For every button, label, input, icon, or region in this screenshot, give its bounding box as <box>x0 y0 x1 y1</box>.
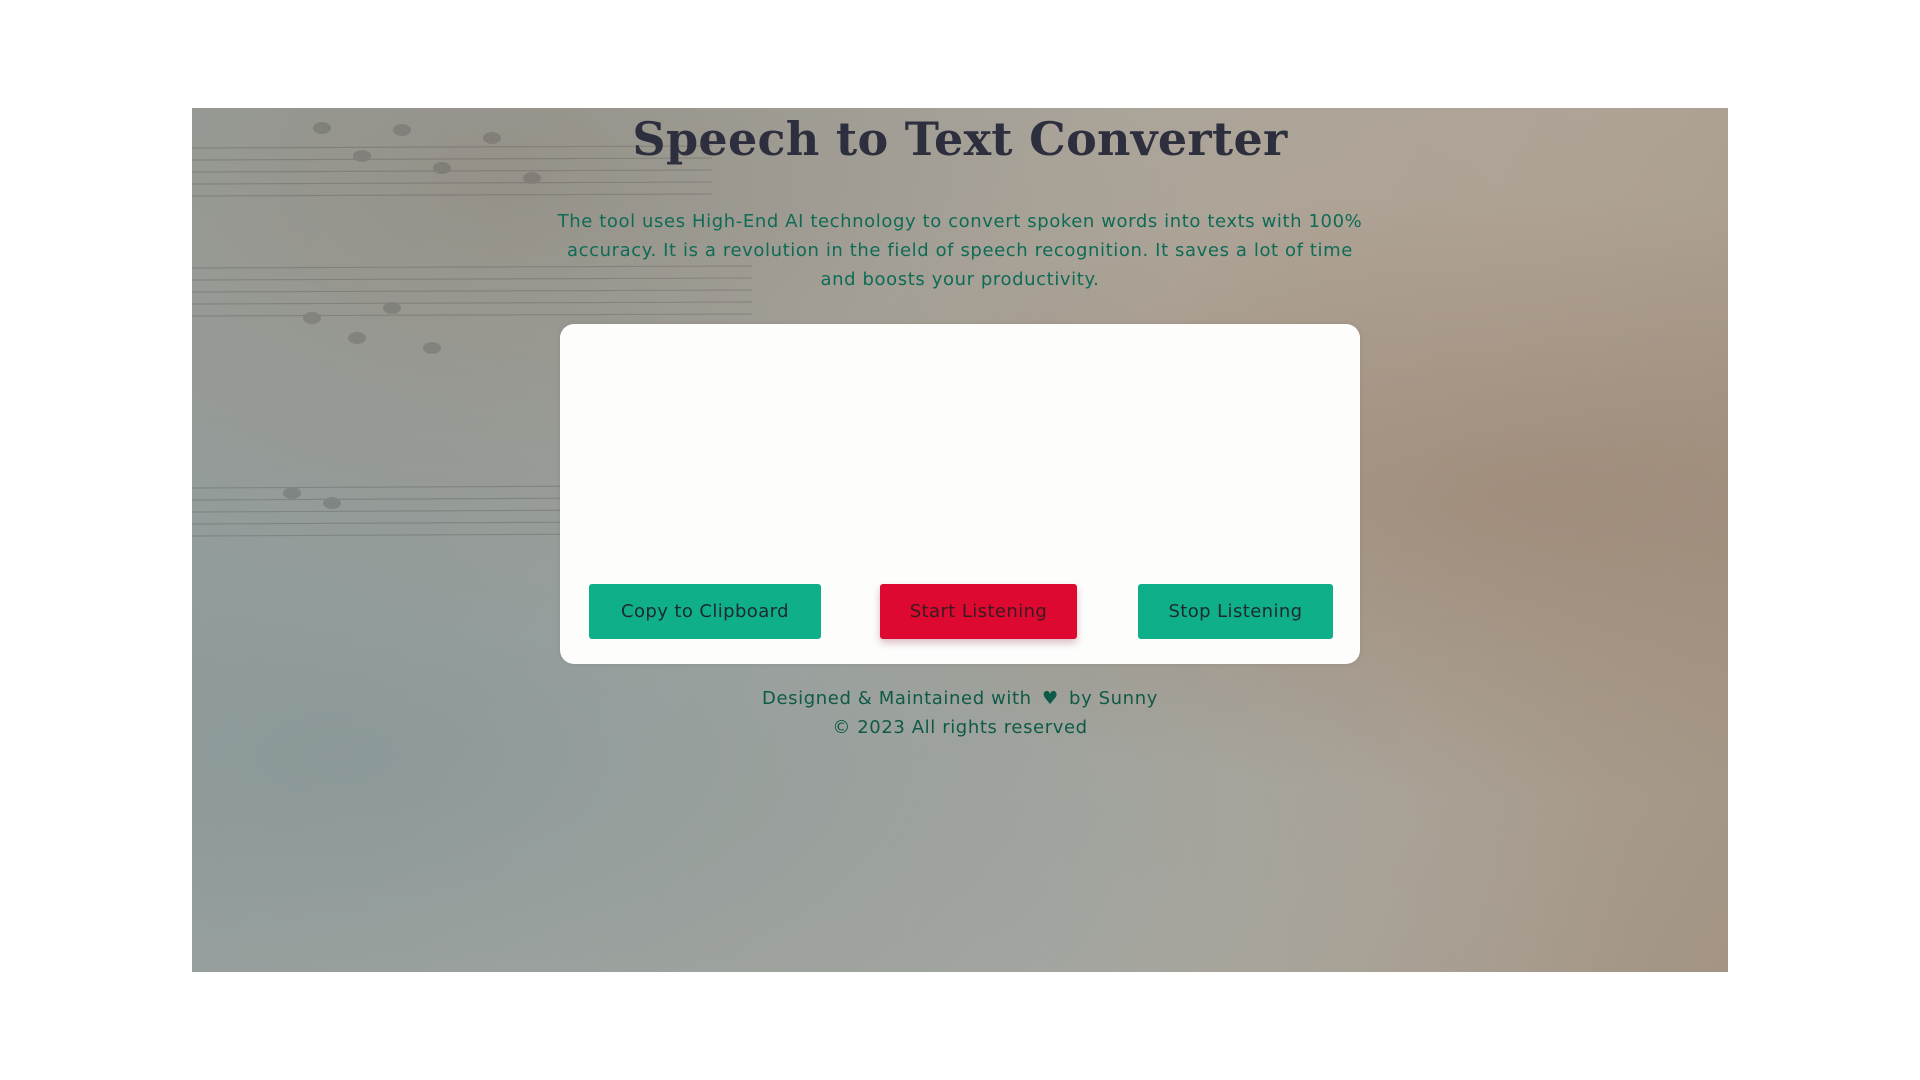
copy-to-clipboard-button[interactable]: Copy to Clipboard <box>589 584 821 639</box>
copyright-text: © 2023 All rights reserved <box>832 717 1088 738</box>
converter-panel: Copy to Clipboard Start Listening Stop L… <box>560 324 1360 664</box>
page-footer: Designed & Maintained with ♥ by Sunny © … <box>192 684 1728 742</box>
page-background: Speech to Text Converter The tool uses H… <box>192 108 1728 972</box>
start-listening-button[interactable]: Start Listening <box>880 584 1077 639</box>
credits-suffix: by Sunny <box>1069 688 1158 709</box>
heart-icon: ♥ <box>1041 688 1059 709</box>
stop-listening-button[interactable]: Stop Listening <box>1138 584 1333 639</box>
credits-line: Designed & Maintained with ♥ by Sunny <box>192 684 1728 713</box>
page-description: The tool uses High-End AI technology to … <box>557 211 1363 290</box>
transcript-textarea[interactable] <box>584 346 1336 566</box>
page-title: Speech to Text Converter <box>632 112 1288 166</box>
credits-prefix: Designed & Maintained with <box>762 688 1032 709</box>
